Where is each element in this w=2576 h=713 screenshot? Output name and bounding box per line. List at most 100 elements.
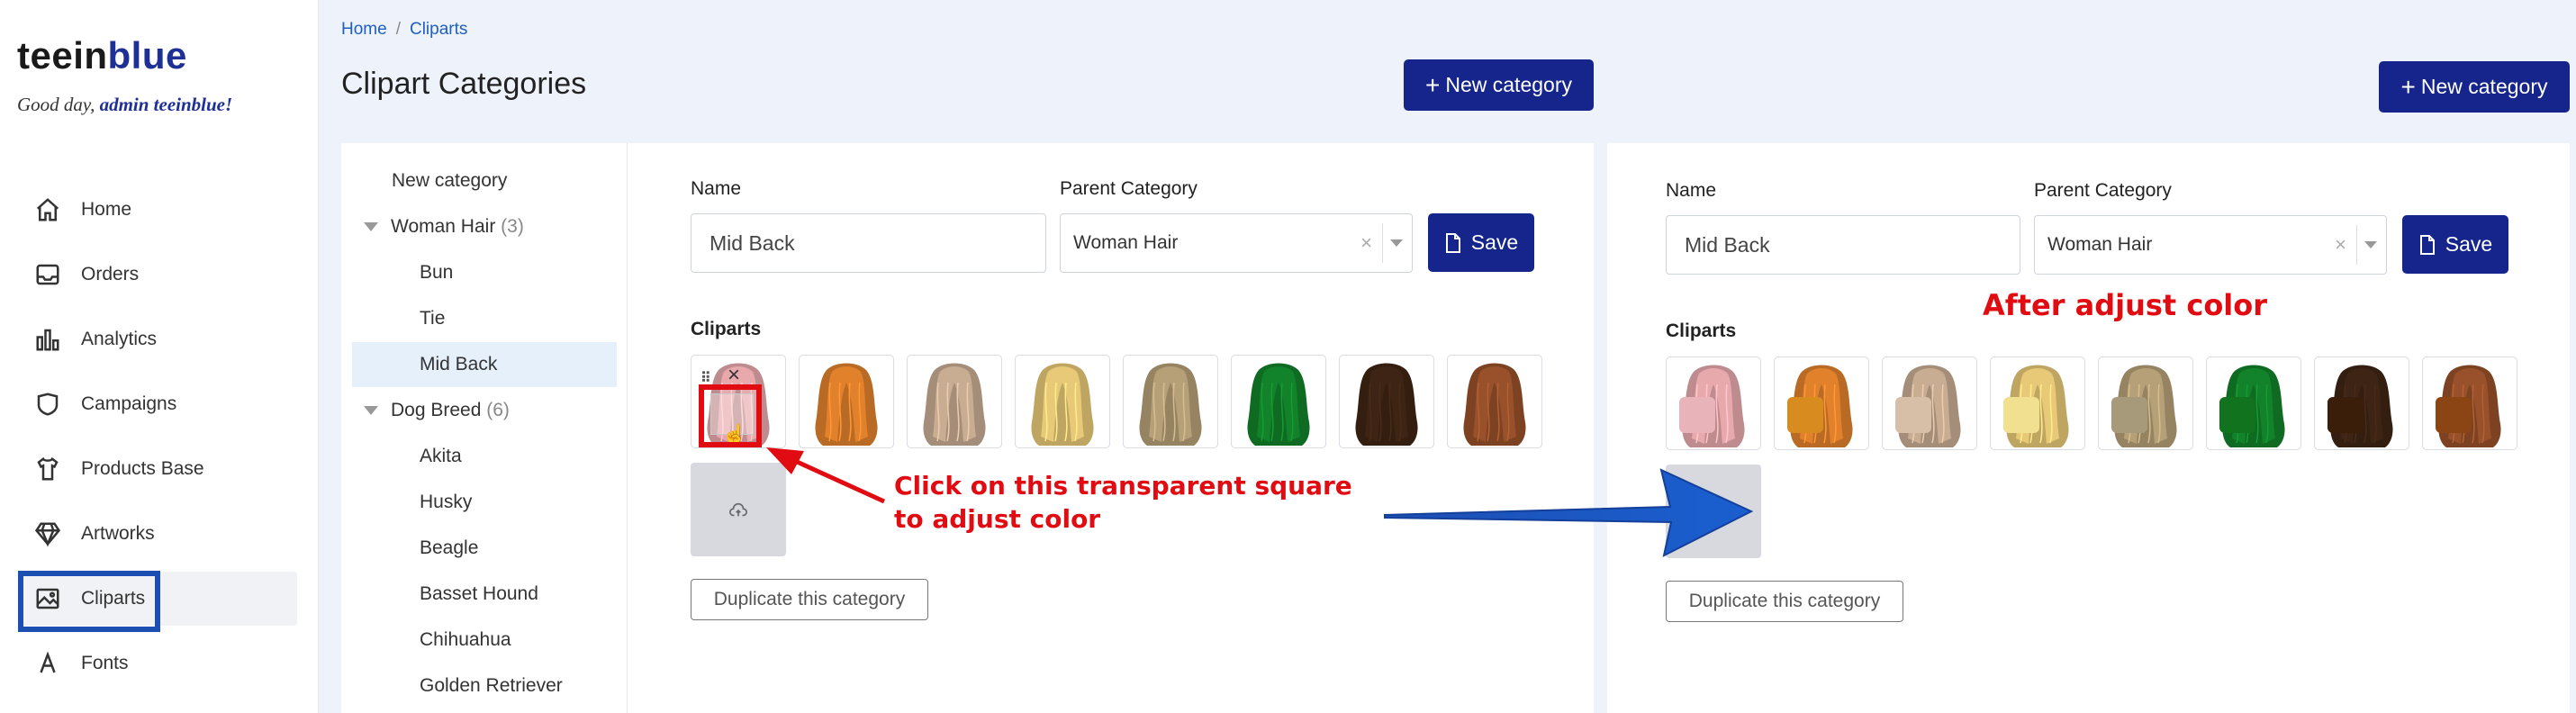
gem-icon (34, 522, 61, 547)
new-category-button-right[interactable]: + New category (2379, 61, 2570, 113)
sidebar-item-analytics[interactable]: Analytics (20, 312, 297, 366)
highlight-box-cliparts (18, 571, 160, 632)
sidebar-item-label: Home (81, 199, 132, 220)
color-swatch[interactable] (2436, 397, 2472, 433)
color-swatch[interactable] (1895, 397, 1931, 433)
chevron-down-icon[interactable] (364, 222, 378, 232)
font-icon (40, 651, 56, 673)
sidebar-item-home[interactable]: Home (20, 183, 297, 237)
name-input[interactable]: Mid Back (1666, 215, 2020, 275)
upload-clipart-button[interactable] (1666, 465, 1761, 558)
tree-item-new-category[interactable]: New category (392, 170, 507, 192)
annotation-line-2: to adjust color (894, 504, 1101, 534)
new-category-button[interactable]: + New category (1404, 59, 1594, 111)
tree-group-dog-breed[interactable]: Dog Breed (6) (364, 400, 510, 421)
parent-category-label: Parent Category (2034, 180, 2172, 201)
clipart-tile-adjusted[interactable] (2314, 356, 2409, 450)
clear-icon[interactable]: × (1360, 231, 1372, 255)
chevron-down-icon[interactable] (364, 406, 378, 416)
name-input[interactable]: Mid Back (691, 213, 1046, 273)
clipart-tile-adjusted[interactable] (1666, 356, 1761, 450)
sidebar-item-orders[interactable]: Orders (20, 248, 297, 302)
clipart-tile-adjusted[interactable] (1990, 356, 2085, 450)
parent-category-select[interactable]: Woman Hair × (1060, 213, 1413, 273)
clipart-tile-adjusted[interactable] (2206, 356, 2301, 450)
tree-item-golden-retriever[interactable]: Golden Retriever (420, 675, 563, 697)
inbox-icon (36, 264, 59, 285)
breadcrumb-separator: / (395, 20, 401, 39)
tree-group-woman-hair[interactable]: Woman Hair (3) (364, 216, 524, 238)
sidebar-item-label: Artworks (81, 523, 155, 544)
clipart-tile-adjusted[interactable] (1774, 356, 1869, 450)
sidebar-item-label: Orders (81, 264, 140, 284)
home-icon (36, 198, 59, 221)
duplicate-category-button[interactable]: Duplicate this category (1666, 581, 1903, 622)
clipart-tile[interactable] (1231, 355, 1326, 448)
hair-clipart-icon (923, 363, 986, 446)
sidebar-item-label: Fonts (81, 653, 129, 673)
sidebar-item-label: Products Base (81, 458, 204, 479)
sidebar-item-artworks[interactable]: Artworks (20, 507, 297, 561)
upload-clipart-button[interactable] (691, 463, 786, 556)
breadcrumb-current[interactable]: Cliparts (410, 20, 467, 39)
clipart-tile[interactable] (799, 355, 894, 448)
tree-group-label: Woman Hair (391, 216, 496, 237)
name-input-value: Mid Back (1685, 232, 1770, 257)
cloud-upload-icon (729, 502, 747, 517)
parent-category-value: Woman Hair (2047, 234, 2153, 255)
color-swatch[interactable] (2003, 397, 2039, 433)
greeting: Good day, admin teeinblue! (17, 94, 232, 116)
tree-item-akita[interactable]: Akita (420, 446, 462, 467)
hair-clipart-icon (815, 363, 878, 446)
color-swatch[interactable] (1787, 397, 1823, 433)
tree-item-chihuahua[interactable]: Chihuahua (420, 629, 511, 651)
chevron-down-icon[interactable] (2364, 241, 2377, 248)
save-button[interactable]: Save (1428, 213, 1534, 272)
tree-item-tie[interactable]: Tie (420, 308, 445, 329)
parent-category-select[interactable]: Woman Hair × (2034, 215, 2387, 275)
new-category-label: New category (1445, 73, 1572, 96)
save-label: Save (2445, 232, 2493, 256)
highlight-box-color-square (699, 384, 762, 447)
file-icon (2419, 234, 2435, 255)
tree-item-mid-back[interactable]: Mid Back (420, 354, 497, 375)
tree-item-husky[interactable]: Husky (420, 492, 472, 513)
sidebar-item-campaigns[interactable]: Campaigns (20, 377, 297, 431)
hair-clipart-icon (1247, 363, 1310, 446)
clipart-tile[interactable] (1015, 355, 1110, 448)
breadcrumb-home[interactable]: Home (341, 20, 387, 39)
shirt-icon (37, 456, 59, 481)
clipart-tile[interactable] (1123, 355, 1218, 448)
sidebar-item-fonts[interactable]: Fonts (20, 636, 297, 690)
tree-group-count: (6) (486, 400, 510, 420)
save-button[interactable]: Save (2402, 215, 2508, 274)
duplicate-category-button[interactable]: Duplicate this category (691, 579, 928, 620)
color-swatch[interactable] (2327, 397, 2364, 433)
hair-clipart-icon (1031, 363, 1094, 446)
color-swatch[interactable] (2111, 397, 2147, 433)
campaign-icon (37, 393, 59, 416)
bar-chart-icon (36, 329, 59, 351)
clear-icon[interactable]: × (2335, 233, 2346, 257)
greeting-prefix: Good day, (17, 94, 100, 115)
color-swatch[interactable] (1679, 397, 1715, 433)
cliparts-label: Cliparts (1666, 320, 1737, 341)
brand-part-2: blue (107, 34, 187, 77)
clipart-tile-adjusted[interactable] (2422, 356, 2517, 450)
clipart-tile[interactable] (907, 355, 1002, 448)
greeting-user: admin teeinblue! (99, 94, 233, 115)
name-label: Name (1666, 180, 1717, 201)
brand-logo[interactable]: teeinblue (17, 34, 187, 77)
sidebar-item-products-base[interactable]: Products Base (20, 442, 297, 496)
tree-item-basset-hound[interactable]: Basset Hound (420, 583, 538, 605)
tree-item-bun[interactable]: Bun (420, 262, 453, 284)
breadcrumb: Home / Cliparts (341, 20, 467, 40)
clipart-tile-adjusted[interactable] (1882, 356, 1977, 450)
clipart-tile[interactable] (1339, 355, 1434, 448)
clipart-tile[interactable] (1447, 355, 1542, 448)
tree-item-beagle[interactable]: Beagle (420, 537, 478, 559)
hair-clipart-icon (1463, 363, 1526, 446)
color-swatch[interactable] (2219, 397, 2255, 433)
chevron-down-icon[interactable] (1390, 239, 1403, 247)
clipart-tile-adjusted[interactable] (2098, 356, 2193, 450)
